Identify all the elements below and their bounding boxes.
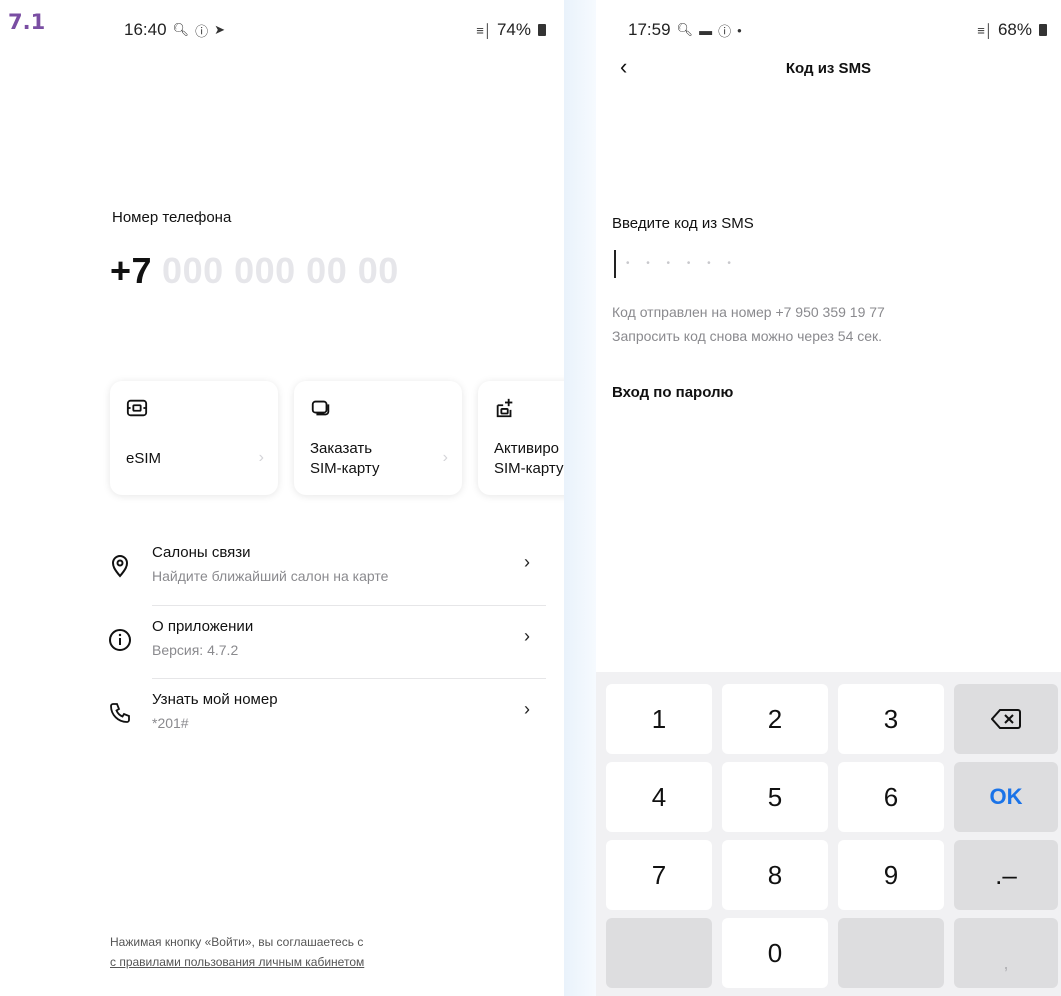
sim-activate-icon (496, 398, 513, 418)
card-esim[interactable]: eSIM › (110, 381, 278, 495)
ok-key[interactable]: OK (954, 762, 1058, 832)
menu-title: О приложении (152, 618, 254, 635)
login-screen: 16:40 🔍︎ ⓘ ➤ ≡│ 74% Номер телефона +7 000… (92, 0, 564, 996)
key-4[interactable]: 4 (606, 762, 712, 832)
menu-subtitle: *201# (152, 715, 189, 731)
divider-band (564, 0, 598, 996)
symbols-key[interactable]: .– (954, 840, 1058, 910)
divider (152, 678, 546, 679)
navigation-icon: ➤ (214, 22, 225, 37)
key-1[interactable]: 1 (606, 684, 712, 754)
menu-item-salons[interactable]: Салоны связи Найдите ближайший салон на … (92, 544, 548, 612)
location-pin-icon (111, 555, 129, 578)
phone-input[interactable]: +7 000 000 00 00 (110, 250, 399, 292)
key-3[interactable]: 3 (838, 684, 944, 754)
comma-key[interactable]: , (954, 918, 1058, 988)
shield-icon: ⓘ (718, 23, 732, 39)
phone-label: Номер телефона (112, 209, 232, 226)
text-caret (614, 250, 616, 278)
phone-placeholder: 000 000 00 00 (162, 250, 399, 291)
chevron-right-icon: › (258, 449, 264, 466)
terms-link[interactable]: с правилами пользования личным кабинетом (110, 952, 364, 972)
chevron-right-icon: › (524, 626, 530, 646)
chevron-right-icon: › (524, 699, 530, 719)
info-icon (109, 629, 131, 651)
dot-icon: • (737, 22, 742, 38)
password-login-link[interactable]: Вход по паролю (612, 384, 733, 401)
figure-label: 7.1 (8, 10, 46, 34)
status-time: 16:40 (124, 20, 167, 39)
terms-text: Нажимая кнопку «Войти», вы соглашаетесь … (110, 932, 364, 972)
search-icon: 🔍︎ (676, 22, 694, 37)
status-time: 17:59 (628, 20, 671, 39)
shield-icon: ⓘ (195, 23, 209, 39)
key-6[interactable]: 6 (838, 762, 944, 832)
status-bar: 16:40 🔍︎ ⓘ ➤ ≡│ 74% (92, 16, 564, 46)
wifi-signal-icon: ≡│ (977, 22, 993, 38)
card-title: eSIM (126, 450, 162, 467)
key-0[interactable]: 0 (722, 918, 828, 988)
sim-order-icon (311, 400, 330, 416)
key-9[interactable]: 9 (838, 840, 944, 910)
chevron-right-icon: › (442, 449, 448, 466)
menu-title: Узнать мой номер (152, 691, 278, 708)
status-bar: 17:59 🔍︎ ▬ ⓘ • ≡│ 68% (596, 16, 1061, 46)
terms-line: Нажимая кнопку «Войти», вы соглашаетесь … (110, 935, 364, 949)
key-2[interactable]: 2 (722, 684, 828, 754)
card-order-sim[interactable]: Заказать SIM-карту › (294, 381, 462, 495)
menu-subtitle: Версия: 4.7.2 (152, 642, 239, 658)
numeric-keypad: 1 2 3 4 5 6 OK 7 8 9 .– 0 , (596, 672, 1061, 996)
battery-icon (538, 24, 546, 36)
sms-code-screen: 17:59 🔍︎ ▬ ⓘ • ≡│ 68% ‹ Код из SMS Введи… (596, 0, 1061, 996)
esim-icon (126, 399, 148, 417)
key-7[interactable]: 7 (606, 840, 712, 910)
battery-level: 74% (496, 20, 531, 39)
card-title: Заказать SIM-карту (310, 440, 380, 477)
sms-code-label: Введите код из SMS (612, 215, 754, 232)
chevron-right-icon: › (524, 552, 530, 572)
code-placeholder: • • • • • • (626, 258, 738, 269)
wifi-signal-icon: ≡│ (476, 22, 492, 38)
divider (152, 605, 546, 606)
empty-key (606, 918, 712, 988)
resend-timer-text: Запросить код снова можно через 54 сек. (612, 328, 883, 344)
phone-icon (110, 703, 130, 723)
menu-subtitle: Найдите ближайший салон на карте (152, 568, 389, 584)
sms-code-input[interactable]: • • • • • • (612, 246, 812, 286)
code-sent-text: Код отправлен на номер +7 950 359 19 77 (612, 304, 885, 320)
battery-level: 68% (997, 20, 1032, 39)
backspace-key[interactable] (954, 684, 1058, 754)
menu-title: Салоны связи (152, 544, 251, 561)
message-icon: ▬ (699, 22, 713, 38)
backspace-icon (991, 709, 1021, 729)
search-icon: 🔍︎ (172, 22, 190, 37)
card-title: Активиро SIM-карту (494, 440, 564, 477)
key-5[interactable]: 5 (722, 762, 828, 832)
phone-prefix: +7 (110, 250, 153, 291)
empty-key (838, 918, 944, 988)
menu-item-my-number[interactable]: Узнать мой номер *201# › (92, 691, 548, 759)
battery-icon (1039, 24, 1047, 36)
page-title: Код из SMS (785, 60, 872, 77)
menu-item-about[interactable]: О приложении Версия: 4.7.2 › (92, 618, 548, 686)
card-activate-sim[interactable]: Активиро SIM-карту (478, 381, 564, 495)
key-8[interactable]: 8 (722, 840, 828, 910)
